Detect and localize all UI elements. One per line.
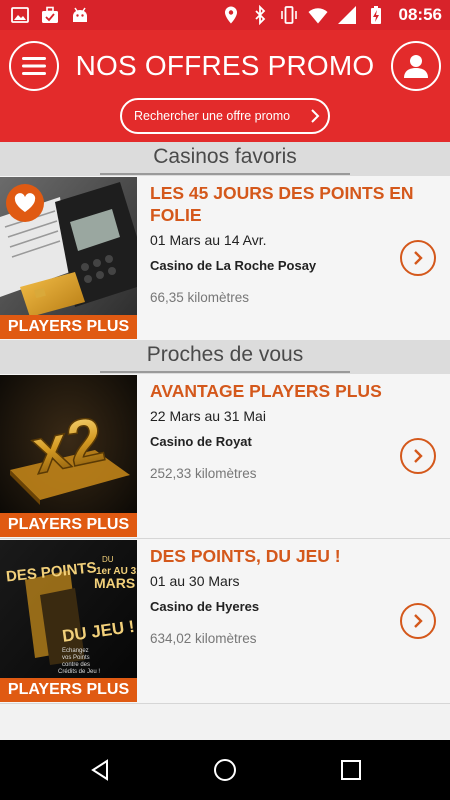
promo-badge: PLAYERS PLUS	[0, 315, 137, 339]
section-label: Proches de vous	[146, 343, 304, 366]
signal-icon	[337, 6, 356, 24]
android-icon	[73, 7, 87, 22]
promo-title: DES POINTS, DU JEU !	[150, 546, 341, 566]
chevron-right-icon	[311, 109, 320, 123]
thumb-small-4: Crédits de Jeu !	[58, 669, 100, 675]
location-icon	[224, 6, 237, 24]
chevron-right-icon	[414, 449, 423, 463]
section-label: Casinos favoris	[153, 145, 297, 168]
hamburger-menu-icon	[22, 57, 46, 75]
image-icon	[11, 7, 29, 23]
promo-distance: 66,35 kilomètres	[150, 290, 250, 305]
wifi-icon	[308, 8, 328, 24]
bluetooth-icon	[254, 5, 265, 25]
promo-item[interactable]: DES POINTS DU 1er AU 31 MARS DU JEU ! Ec…	[0, 539, 450, 703]
page-title: NOS OFFRES PROMO	[75, 50, 375, 81]
search-promo-button[interactable]: Rechercher une offre promo	[120, 98, 330, 134]
promo-badge: PLAYERS PLUS	[0, 678, 137, 702]
favorite-button[interactable]	[6, 184, 44, 222]
search-promo-label: Rechercher une offre promo	[134, 109, 291, 123]
section-underline	[100, 371, 350, 373]
promo-dates: 01 au 30 Mars	[150, 573, 240, 589]
promo-item[interactable]: x2 PLAYERS PLUS AVANTAGE PLAYERS PLUS 22…	[0, 374, 450, 538]
thumb-small-2: vos Points	[62, 655, 90, 661]
app-header: NOS OFFRES PROMO Rechercher une offre pr…	[0, 30, 450, 142]
promo-dates: 01 Mars au 14 Avr.	[150, 232, 267, 248]
user-account-button[interactable]	[391, 41, 441, 91]
promo-casino: Casino de La Roche Posay	[150, 258, 317, 273]
status-time: 08:56	[398, 5, 442, 24]
battery-icon	[370, 6, 381, 24]
status-bar: 08:56	[0, 0, 450, 30]
promo-open-button[interactable]	[400, 603, 436, 639]
thumb-small-3: contre des	[62, 662, 90, 668]
system-nav-bar	[0, 740, 450, 800]
promo-casino: Casino de Royat	[150, 434, 252, 449]
promo-thumbnail: x2 PLAYERS PLUS	[0, 375, 137, 537]
briefcase-icon	[42, 6, 58, 23]
promo-dates: 22 Mars au 31 Mai	[150, 408, 266, 424]
recents-square-icon[interactable]	[339, 758, 363, 782]
promo-title: LES 45 JOURS DES POINTS EN FOLIE	[150, 183, 414, 225]
section-header-favorites: Casinos favoris	[0, 142, 450, 176]
x2-text: x2	[26, 402, 111, 487]
promo-thumbnail: DES POINTS DU 1er AU 31 MARS DU JEU ! Ec…	[0, 540, 137, 702]
chevron-right-icon	[414, 614, 423, 628]
promo-open-button[interactable]	[400, 438, 436, 474]
user-icon	[404, 55, 428, 78]
promo-thumbnail: PLAYERS PLUS	[0, 177, 137, 339]
thumb-date-month: MARS	[94, 575, 135, 591]
promo-open-button[interactable]	[400, 240, 436, 276]
home-circle-icon[interactable]	[213, 758, 237, 782]
promo-title: AVANTAGE PLAYERS PLUS	[150, 381, 382, 401]
vibrate-icon	[280, 6, 297, 24]
heart-icon	[14, 193, 36, 212]
thumb-date-du: DU	[102, 555, 114, 564]
back-triangle-icon[interactable]	[88, 758, 112, 782]
promo-distance: 634,02 kilomètres	[150, 631, 257, 646]
thumb-small-1: Echangez	[62, 648, 89, 654]
menu-button[interactable]	[9, 41, 59, 91]
chevron-right-icon	[414, 251, 423, 265]
promo-item[interactable]: PLAYERS PLUS LES 45 JOURS DES POINTS EN …	[0, 176, 450, 340]
promo-distance: 252,33 kilomètres	[150, 466, 257, 481]
section-underline	[100, 173, 350, 175]
section-header-nearby: Proches de vous	[0, 340, 450, 374]
promo-badge: PLAYERS PLUS	[0, 513, 137, 537]
row-divider	[0, 703, 450, 704]
promo-casino: Casino de Hyeres	[150, 599, 260, 614]
